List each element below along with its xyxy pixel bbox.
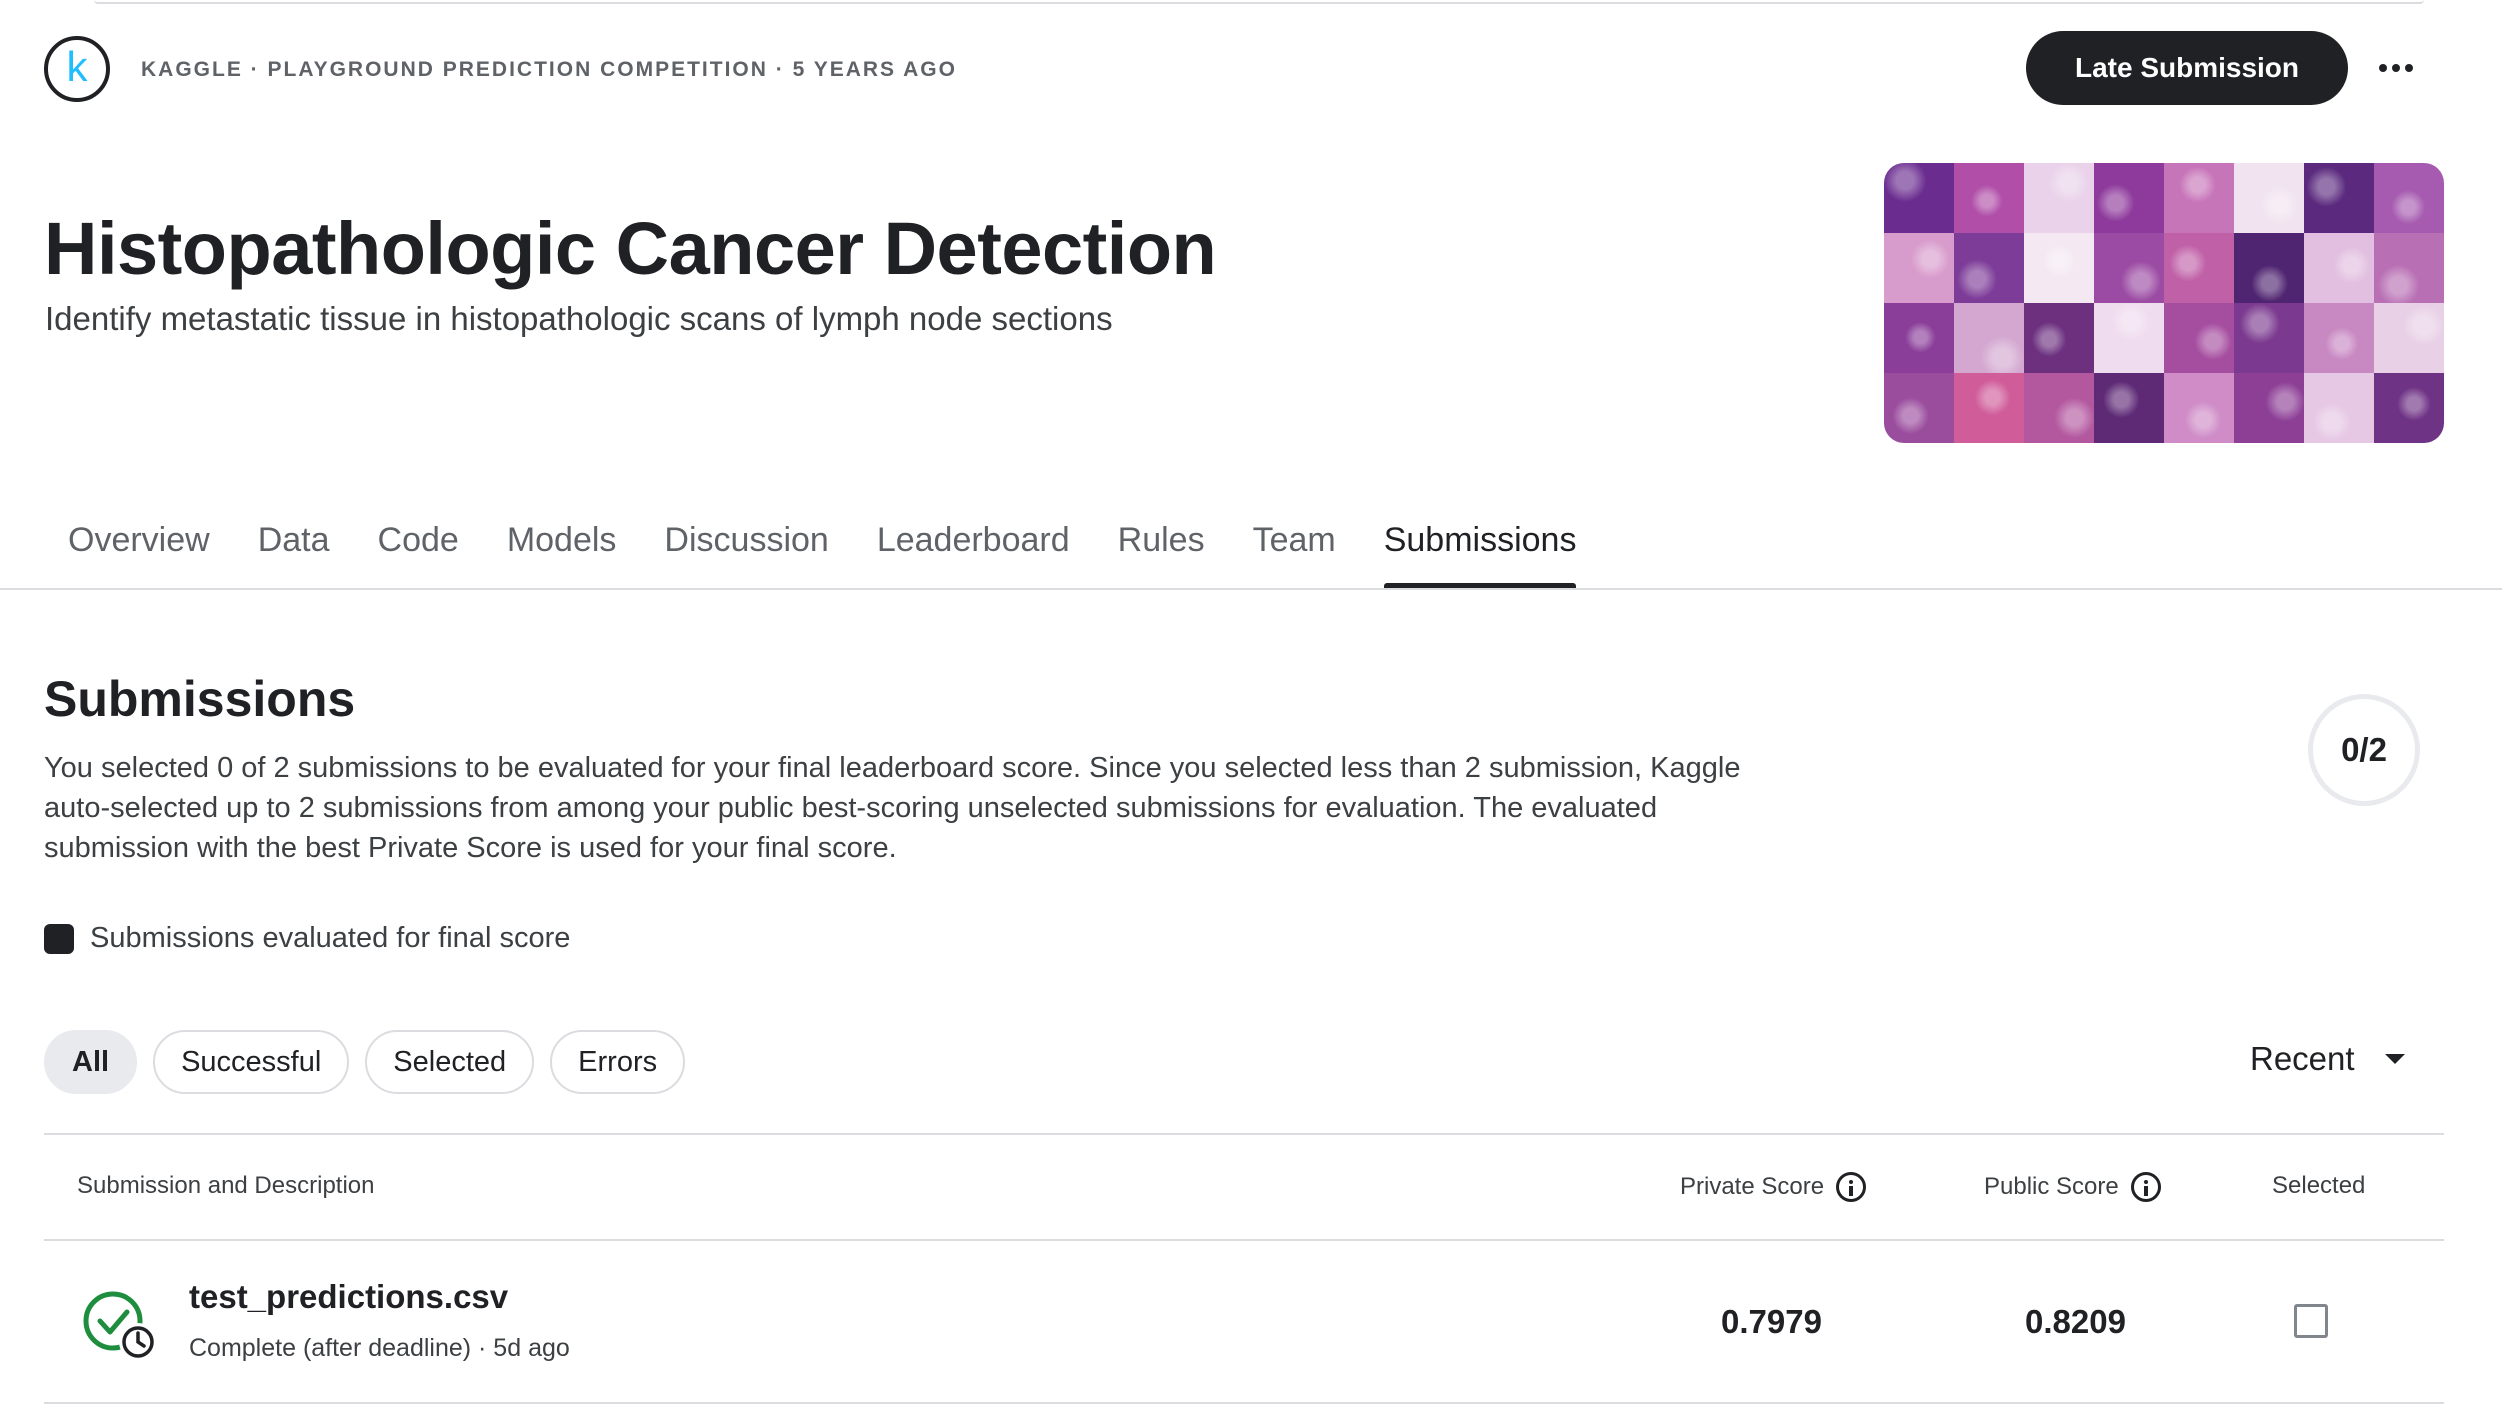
banner-tile [2024, 163, 2094, 233]
col-header-selected-label: Selected [2272, 1172, 2366, 1199]
banner-tile [1884, 373, 1954, 443]
banner-tile [1884, 163, 1954, 233]
banner-tile [1954, 373, 2024, 443]
sort-label: Recent [2250, 1040, 2355, 1077]
filter-errors[interactable]: Errors [550, 1030, 686, 1094]
legend: Submissions evaluated for final score [44, 922, 570, 955]
late-submission-button[interactable]: Late Submission [2026, 31, 2348, 105]
banner-tile [2234, 233, 2304, 303]
banner-tile [1954, 233, 2024, 303]
banner-tile [2024, 373, 2094, 443]
tab-rules[interactable]: Rules [1094, 513, 1229, 589]
col-header-public-score-label: Public Score [1984, 1173, 2119, 1200]
kaggle-logo[interactable]: k [44, 36, 110, 102]
caret-down-icon [2384, 1054, 2405, 1064]
col-header-private-score-label: Private Score [1680, 1173, 1825, 1200]
banner-tile [1954, 303, 2024, 373]
banner-tile [2304, 163, 2374, 233]
competition-tabs: Overview Data Code Models Discussion Lea… [44, 513, 1600, 589]
tab-leaderboard[interactable]: Leaderboard [853, 513, 1094, 589]
col-header-submission: Submission and Description [77, 1172, 374, 1200]
tabs-divider [0, 588, 2502, 590]
banner-tile [2374, 163, 2444, 233]
filter-all[interactable]: All [44, 1030, 138, 1094]
banner-tile [2234, 303, 2304, 373]
tab-discussion[interactable]: Discussion [640, 513, 852, 589]
banner-tile [2164, 163, 2234, 233]
filter-selected[interactable]: Selected [365, 1030, 535, 1094]
filter-chips: All Successful Selected Errors [44, 1030, 686, 1094]
banner-tile [2304, 303, 2374, 373]
table-row-divider [44, 1402, 2444, 1404]
col-header-selected: Selected [2272, 1172, 2365, 1200]
competition-subtitle: Identify metastatic tissue in histopatho… [45, 300, 1113, 337]
more-options-icon[interactable] [2374, 46, 2418, 90]
submission-status: Complete (after deadline) · 5d ago [189, 1334, 570, 1362]
logo-letter: k [66, 43, 88, 90]
col-header-private-score: Private Score [1680, 1172, 1867, 1202]
banner-tile [2094, 303, 2164, 373]
info-icon[interactable] [1836, 1172, 1867, 1202]
banner-tile [1884, 303, 1954, 373]
select-checkbox[interactable] [2294, 1304, 2328, 1338]
top-divider [94, 0, 2424, 4]
kaggle-submissions-page: k KAGGLE · PLAYGROUND PREDICTION COMPETI… [0, 0, 2502, 1406]
info-icon[interactable] [2130, 1172, 2161, 1202]
sort-dropdown[interactable]: Recent [2250, 1040, 2405, 1078]
selected-count: 0/2 [2341, 731, 2387, 768]
table-top-divider [44, 1133, 2444, 1135]
banner-tile [2024, 303, 2094, 373]
tab-team[interactable]: Team [1229, 513, 1360, 589]
banner-tile [2374, 233, 2444, 303]
banner-tile [2304, 373, 2374, 443]
banner-tile [2304, 233, 2374, 303]
col-header-submission-label: Submission and Description [77, 1172, 375, 1199]
private-score: 0.7979 [1721, 1303, 1822, 1340]
legend-swatch [44, 923, 74, 954]
submission-file-name[interactable]: test_predictions.csv [189, 1278, 508, 1316]
legend-label: Submissions evaluated for final score [90, 922, 571, 954]
breadcrumb: KAGGLE · PLAYGROUND PREDICTION COMPETITI… [141, 58, 957, 81]
tab-submissions[interactable]: Submissions [1360, 513, 1601, 589]
complete-late-status-icon [83, 1291, 157, 1361]
banner-tile [1884, 233, 1954, 303]
banner-tile [2094, 233, 2164, 303]
public-score: 0.8209 [2025, 1303, 2126, 1340]
banner-tile [2234, 373, 2304, 443]
banner-tile [1954, 163, 2024, 233]
table-header-divider [44, 1239, 2444, 1241]
tab-models[interactable]: Models [483, 513, 641, 589]
banner-tile [2164, 373, 2234, 443]
banner-tile [2094, 373, 2164, 443]
tab-data[interactable]: Data [234, 513, 354, 589]
submissions-heading: Submissions [44, 671, 356, 727]
competition-title: Histopathologic Cancer Detection [44, 207, 1217, 290]
banner-tile [2094, 163, 2164, 233]
banner-tile [2164, 303, 2234, 373]
filter-successful[interactable]: Successful [153, 1030, 350, 1094]
banner-tile [2164, 233, 2234, 303]
selected-count-ring: 0/2 [2308, 694, 2420, 806]
banner-tile [2374, 303, 2444, 373]
submissions-description: You selected 0 of 2 submissions to be ev… [44, 752, 1741, 864]
competition-banner-image [1884, 163, 2444, 443]
banner-tile [2374, 373, 2444, 443]
col-header-public-score: Public Score [1984, 1172, 2161, 1202]
tab-overview[interactable]: Overview [44, 513, 234, 589]
banner-tile [2234, 163, 2304, 233]
tab-code[interactable]: Code [354, 513, 483, 589]
banner-tile [2024, 233, 2094, 303]
